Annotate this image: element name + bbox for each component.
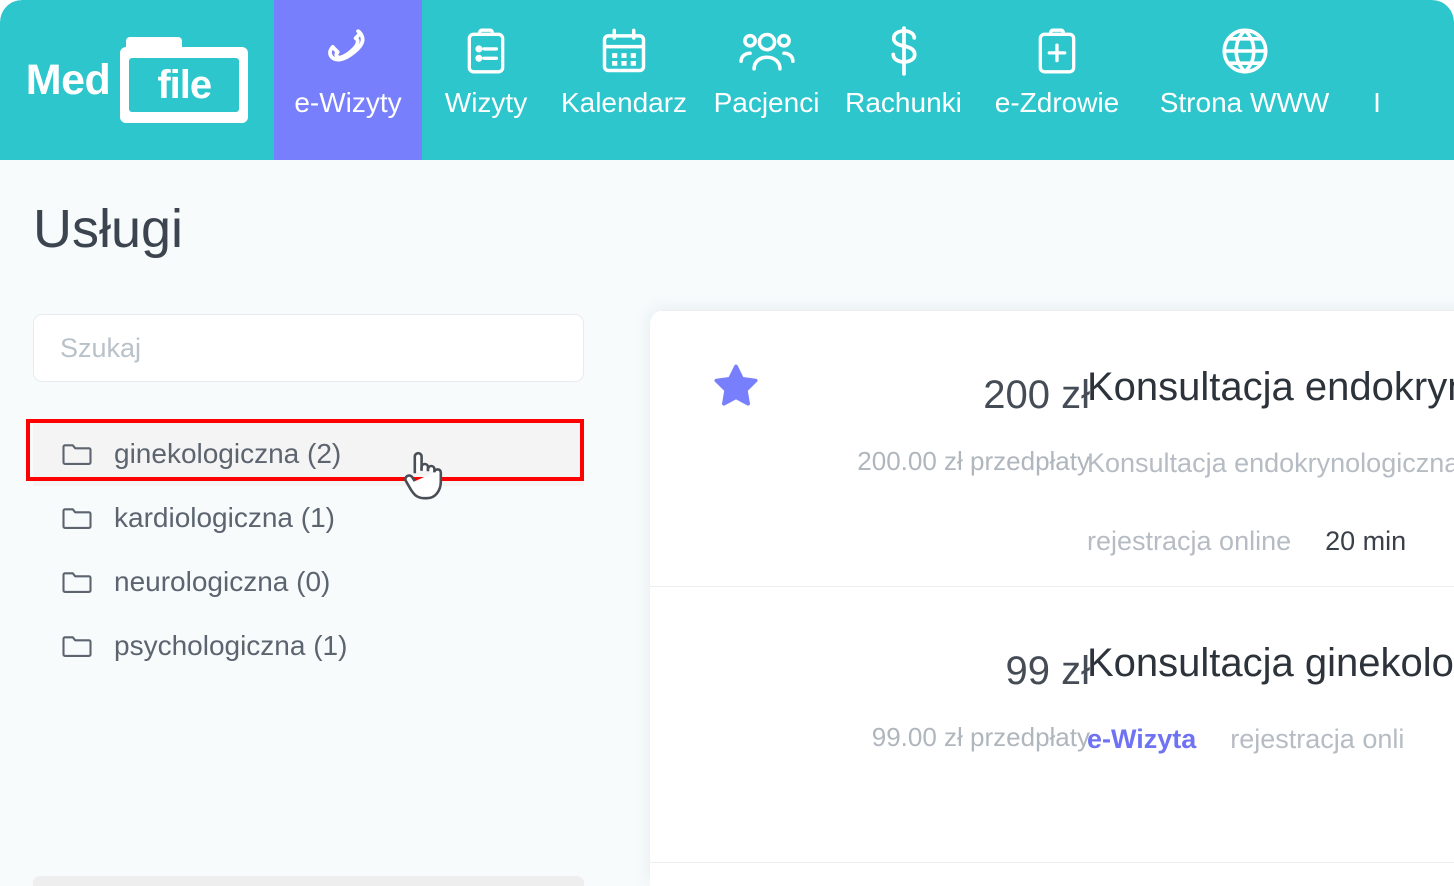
nav-item-label: I [1373, 87, 1381, 118]
mouse-cursor [400, 448, 446, 502]
nav-item-kalendarz[interactable]: Kalendarz [550, 0, 698, 160]
category-item-psychologiczna[interactable]: psychologiczna (1) [33, 614, 584, 678]
brand-word: Med [25, 55, 111, 104]
add-category-button[interactable]: + Dodaj kategorię [33, 876, 584, 886]
service-price: 99 zł [1005, 649, 1091, 693]
app-window: Med file e-Wizyty Wizyty Kalendarz Pacje… [0, 0, 1454, 886]
service-prepay: 200.00 zł przedpłaty [857, 446, 1090, 476]
service-prepay: 99.00 zł przedpłaty [871, 722, 1090, 752]
service-price: 200 zł [983, 373, 1090, 417]
nav-item-label: Kalendarz [560, 87, 688, 118]
service-row[interactable]: 99 zł 99.00 zł przedpłaty Konsultacja gi… [650, 586, 1454, 862]
service-description: Konsultacja endokrynologiczna [1087, 448, 1454, 478]
page-title: Usługi [33, 199, 184, 259]
service-badge: e-Wizyta [1087, 724, 1197, 754]
folder-logo-icon: file [120, 37, 249, 123]
service-title: Konsultacja endokryno [1087, 365, 1454, 409]
phone-icon [321, 20, 375, 82]
people-icon [738, 20, 796, 82]
category-label: neurologiczna (0) [114, 566, 331, 597]
category-label: psychologiczna (1) [114, 630, 348, 661]
brand-logo[interactable]: Med file [0, 0, 274, 160]
service-row[interactable]: 200 zł Konsultacja pierwsza [650, 862, 1454, 886]
nav-item-e-wizyty[interactable]: e-Wizyty [274, 0, 422, 160]
brand-folder-word: file [157, 63, 212, 107]
nav-item-label: e-Wizyty [294, 87, 402, 118]
category-item-neurologiczna[interactable]: neurologiczna (0) [33, 550, 584, 614]
category-list: ginekologiczna (2) kardiologiczna (1) ne… [33, 422, 584, 678]
category-item-ginekologiczna[interactable]: ginekologiczna (2) [33, 422, 584, 486]
service-registration: rejestracja online [1087, 526, 1292, 556]
folder-icon [62, 442, 92, 466]
dollar-icon [883, 20, 925, 82]
nav-item-label: Rachunki [845, 87, 962, 118]
top-navigation-bar: Med file e-Wizyty Wizyty Kalendarz Pacje… [0, 0, 1454, 160]
nav-item-rachunki[interactable]: Rachunki [835, 0, 972, 160]
nav-item-label: Strona WWW [1159, 87, 1330, 118]
clipboard-plus-icon [1032, 20, 1082, 82]
nav-item-overflow[interactable]: I [1347, 0, 1407, 160]
services-panel: 200 zł 200.00 zł przedpłaty Konsultacja … [650, 310, 1454, 886]
nav-item-label: Pacjenci [713, 87, 820, 118]
service-registration: rejestracja onli [1230, 724, 1405, 754]
star-icon[interactable] [710, 361, 762, 411]
service-duration: 20 min [1325, 526, 1407, 556]
search-placeholder: Szukaj [60, 332, 142, 363]
nav-item-e-zdrowie[interactable]: e-Zdrowie [972, 0, 1142, 160]
nav-item-pacjenci[interactable]: Pacjenci [698, 0, 835, 160]
nav-item-label: Wizyty [444, 87, 528, 118]
calendar-icon [598, 20, 650, 82]
sidebar: Usługi Szukaj ginekologiczna (2) kardiol… [0, 160, 650, 886]
category-label: ginekologiczna (2) [114, 438, 342, 469]
nav-item-label: e-Zdrowie [994, 87, 1120, 118]
clipboard-list-icon [461, 20, 511, 82]
nav-item-strona-www[interactable]: Strona WWW [1142, 0, 1347, 160]
service-meta: rejestracja online 20 min [1087, 526, 1406, 557]
globe-icon [1218, 20, 1272, 82]
folder-icon [62, 634, 92, 658]
service-meta: e-Wizyta rejestracja onli [1087, 724, 1404, 755]
service-title: Konsultacja ginekolog [1087, 641, 1454, 685]
category-item-kardiologiczna[interactable]: kardiologiczna (1) [33, 486, 584, 550]
category-label: kardiologiczna (1) [114, 502, 335, 533]
nav-item-wizyty[interactable]: Wizyty [422, 0, 550, 160]
folder-icon [62, 570, 92, 594]
service-row[interactable]: 200 zł 200.00 zł przedpłaty Konsultacja … [650, 310, 1454, 586]
folder-icon [62, 506, 92, 530]
search-input[interactable]: Szukaj [33, 314, 584, 382]
